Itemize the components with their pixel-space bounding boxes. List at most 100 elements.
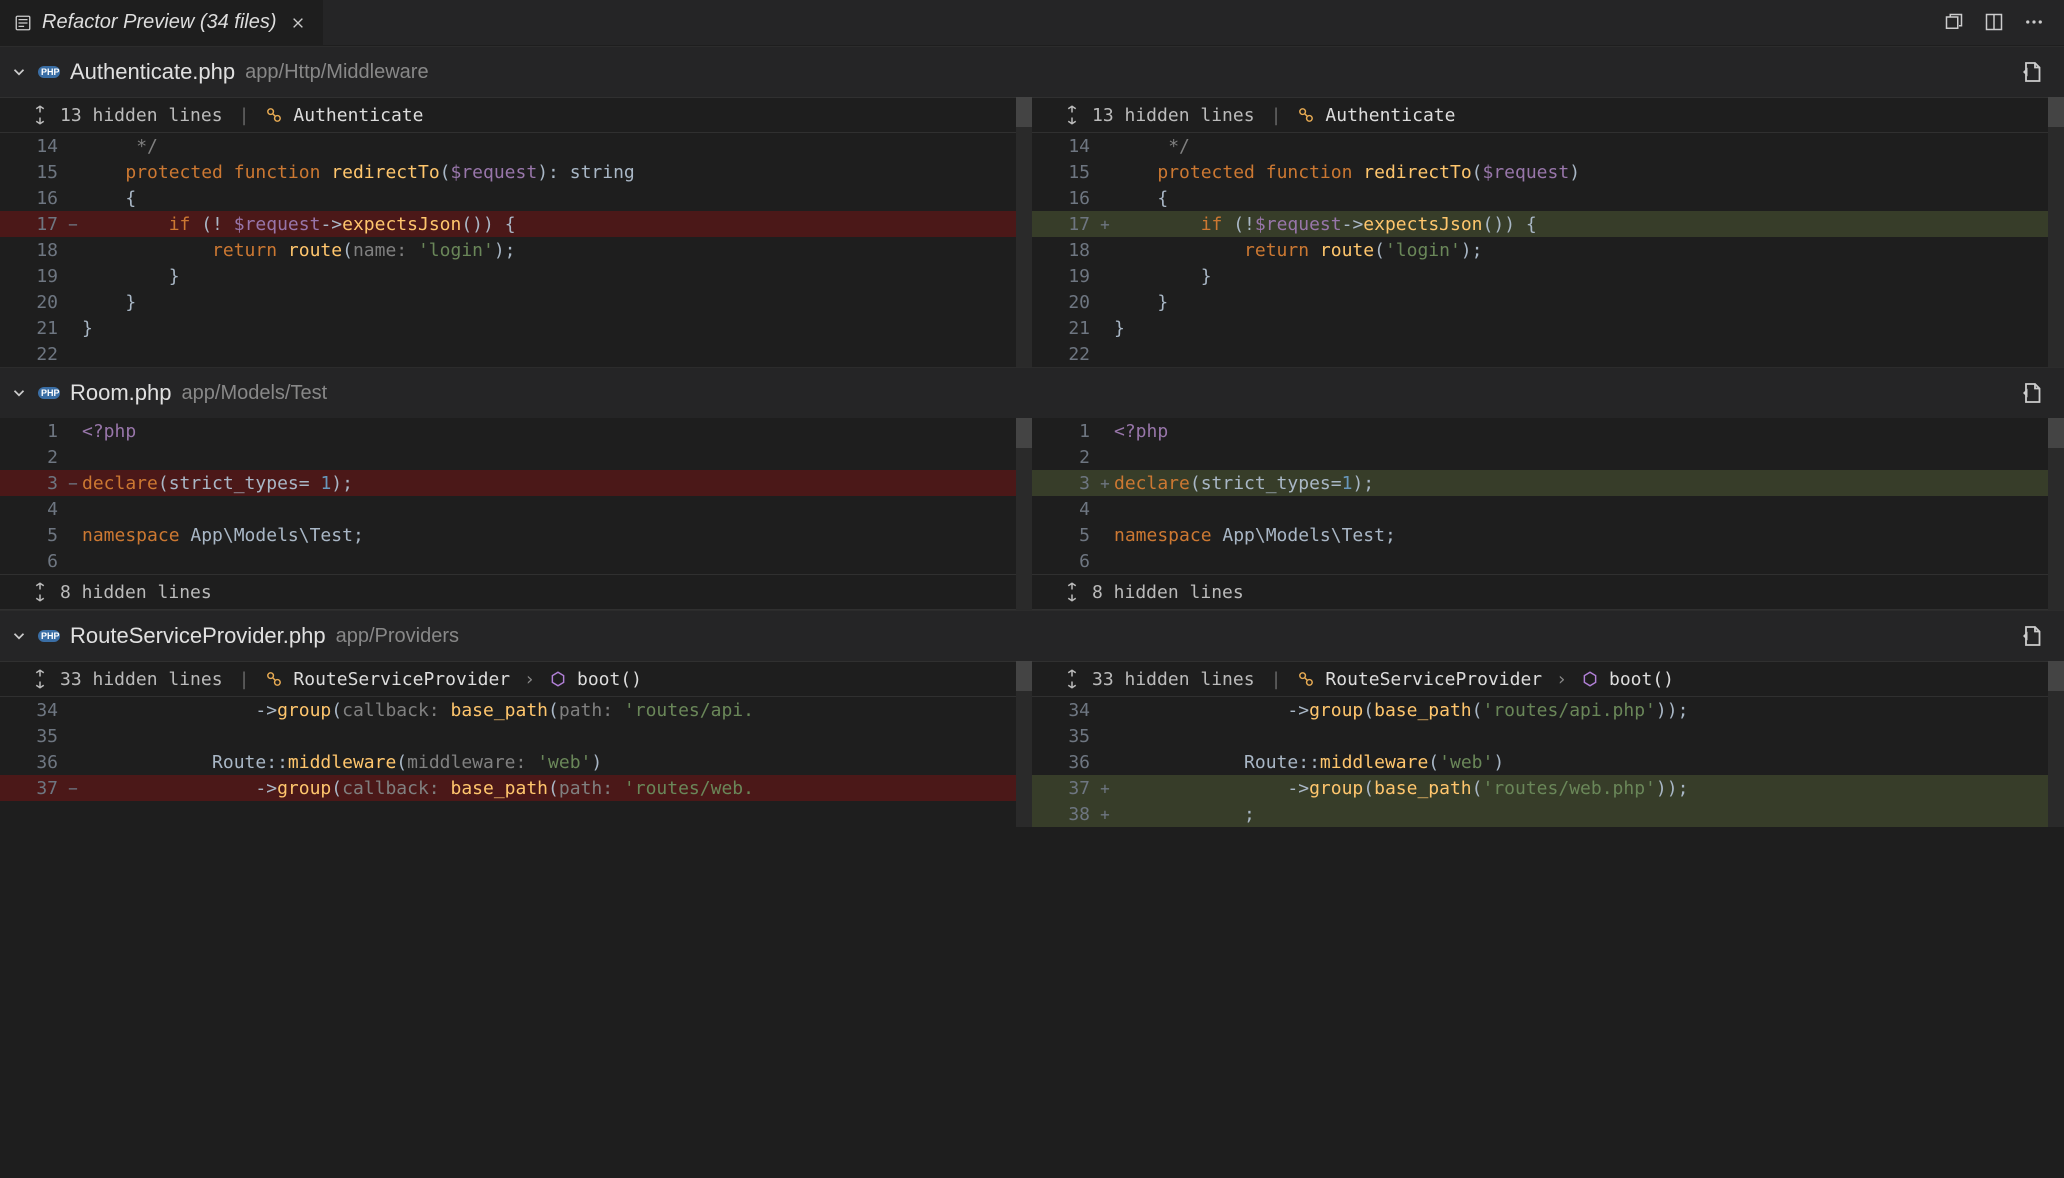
code-line[interactable]: 18 return route(name: 'login'); (0, 237, 1032, 263)
hidden-lines-bar[interactable]: 8 hidden lines (1032, 574, 2064, 610)
unfold-icon[interactable] (1062, 105, 1082, 125)
hidden-lines-bar[interactable]: 8 hidden lines (0, 574, 1032, 610)
code-line[interactable]: 37− ->group(callback: base_path(path: 'r… (0, 775, 1032, 801)
open-editors-icon[interactable] (1944, 12, 1966, 34)
code-line[interactable]: 18 return route('login'); (1032, 237, 2064, 263)
breadcrumb-item[interactable]: Authenticate (293, 105, 423, 126)
diff-marker: + (1098, 779, 1112, 798)
code-line[interactable]: 14 */ (1032, 133, 2064, 159)
hidden-lines-bar[interactable]: 13 hidden lines|Authenticate (1032, 97, 2064, 133)
code-line[interactable]: 34 ->group(callback: base_path(path: 'ro… (0, 697, 1032, 723)
minimap[interactable] (1016, 97, 1032, 367)
unfold-icon[interactable] (1062, 582, 1082, 602)
line-number: 20 (1032, 292, 1098, 313)
more-icon[interactable] (2024, 12, 2046, 34)
chevron-down-icon[interactable] (10, 384, 28, 402)
minimap[interactable] (2048, 661, 2064, 827)
code-line[interactable]: 22 (1032, 341, 2064, 367)
code-line[interactable]: 22 (0, 341, 1032, 367)
code-line[interactable]: 1<?php (1032, 418, 2064, 444)
tab-title: Refactor Preview (34 files) (42, 11, 277, 34)
code-content: <?php (80, 421, 1032, 442)
breadcrumb-symbol-icon (265, 106, 283, 124)
code-line[interactable]: 34 ->group(base_path('routes/api.php')); (1032, 697, 2064, 723)
code-line[interactable]: 35 (0, 723, 1032, 749)
code-line[interactable]: 20 } (1032, 289, 2064, 315)
tab-refactor-preview[interactable]: Refactor Preview (34 files) (0, 0, 323, 45)
line-number: 2 (1032, 447, 1098, 468)
hidden-lines-bar[interactable]: 33 hidden lines|RouteServiceProvider›boo… (0, 661, 1032, 697)
go-to-file-icon[interactable] (2020, 381, 2044, 405)
code-line[interactable]: 36 Route::middleware(middleware: 'web') (0, 749, 1032, 775)
code-content: return route('login'); (1112, 240, 2064, 261)
code-content: return route(name: 'login'); (80, 240, 1032, 261)
split-editor-icon[interactable] (1984, 12, 2006, 34)
minimap[interactable] (2048, 97, 2064, 367)
line-number: 1 (0, 421, 66, 442)
minimap[interactable] (1016, 661, 1032, 827)
code-line[interactable]: 21} (0, 315, 1032, 341)
hidden-lines-bar[interactable]: 13 hidden lines|Authenticate (0, 97, 1032, 133)
breadcrumb-item[interactable]: RouteServiceProvider (1325, 669, 1542, 690)
code-line[interactable]: 38+ ; (1032, 801, 2064, 827)
chevron-down-icon[interactable] (10, 63, 28, 81)
breadcrumb-item[interactable]: boot() (1609, 669, 1674, 690)
diff-container: 13 hidden lines|Authenticate14 */15 prot… (0, 97, 2064, 367)
code-line[interactable]: 16 { (0, 185, 1032, 211)
unfold-icon[interactable] (1062, 669, 1082, 689)
code-line[interactable]: 4 (0, 496, 1032, 522)
minimap[interactable] (1016, 418, 1032, 610)
code-line[interactable]: 6 (1032, 548, 2064, 574)
php-icon: PHP (38, 387, 60, 399)
code-line[interactable]: 21} (1032, 315, 2064, 341)
breadcrumb-symbol-icon (1297, 670, 1315, 688)
code-line[interactable]: 2 (1032, 444, 2064, 470)
diff-pane-left: 33 hidden lines|RouteServiceProvider›boo… (0, 661, 1032, 827)
hidden-lines-bar[interactable]: 33 hidden lines|RouteServiceProvider›boo… (1032, 661, 2064, 697)
code-line[interactable]: 15 protected function redirectTo($reques… (1032, 159, 2064, 185)
file-header[interactable]: PHPAuthenticate.phpapp/Http/Middleware (0, 47, 2064, 97)
unfold-icon[interactable] (30, 582, 50, 602)
chevron-down-icon[interactable] (10, 627, 28, 645)
code-line[interactable]: 4 (1032, 496, 2064, 522)
breadcrumb-item[interactable]: boot() (577, 669, 642, 690)
code-line[interactable]: 35 (1032, 723, 2064, 749)
line-number: 36 (1032, 752, 1098, 773)
code-line[interactable]: 36 Route::middleware('web') (1032, 749, 2064, 775)
code-line[interactable]: 2 (0, 444, 1032, 470)
code-line[interactable]: 17+ if (!$request->expectsJson()) { (1032, 211, 2064, 237)
code-line[interactable]: 37+ ->group(base_path('routes/web.php'))… (1032, 775, 2064, 801)
code-line[interactable]: 17− if (! $request->expectsJson()) { (0, 211, 1032, 237)
code-line[interactable]: 15 protected function redirectTo($reques… (0, 159, 1032, 185)
file-header[interactable]: PHPRouteServiceProvider.phpapp/Providers (0, 611, 2064, 661)
go-to-file-icon[interactable] (2020, 60, 2044, 84)
code-line[interactable]: 5namespace App\Models\Test; (1032, 522, 2064, 548)
breadcrumb-item[interactable]: Authenticate (1325, 105, 1455, 126)
hidden-lines-text: 8 hidden lines (1092, 582, 1244, 603)
diff-marker: − (66, 474, 80, 493)
code-line[interactable]: 16 { (1032, 185, 2064, 211)
file-header[interactable]: PHPRoom.phpapp/Models/Test (0, 368, 2064, 418)
line-number: 6 (1032, 551, 1098, 572)
line-number: 36 (0, 752, 66, 773)
minimap[interactable] (2048, 418, 2064, 610)
code-line[interactable]: 6 (0, 548, 1032, 574)
breadcrumb-item[interactable]: RouteServiceProvider (293, 669, 510, 690)
go-to-file-icon[interactable] (2020, 624, 2044, 648)
code-line[interactable]: 14 */ (0, 133, 1032, 159)
code-content: protected function redirectTo($request):… (80, 162, 1032, 183)
diff-marker: + (1098, 215, 1112, 234)
code-line[interactable]: 19 } (0, 263, 1032, 289)
code-content: namespace App\Models\Test; (80, 525, 1032, 546)
code-line[interactable]: 5namespace App\Models\Test; (0, 522, 1032, 548)
code-line[interactable]: 20 } (0, 289, 1032, 315)
code-line[interactable]: 1 <?php (0, 418, 1032, 444)
close-icon[interactable] (287, 12, 309, 34)
code-line[interactable]: 3−declare(strict_types= 1); (0, 470, 1032, 496)
code-line[interactable]: 19 } (1032, 263, 2064, 289)
unfold-icon[interactable] (30, 105, 50, 125)
diff-marker: + (1098, 474, 1112, 493)
unfold-icon[interactable] (30, 669, 50, 689)
line-number: 19 (0, 266, 66, 287)
code-line[interactable]: 3+declare(strict_types=1); (1032, 470, 2064, 496)
